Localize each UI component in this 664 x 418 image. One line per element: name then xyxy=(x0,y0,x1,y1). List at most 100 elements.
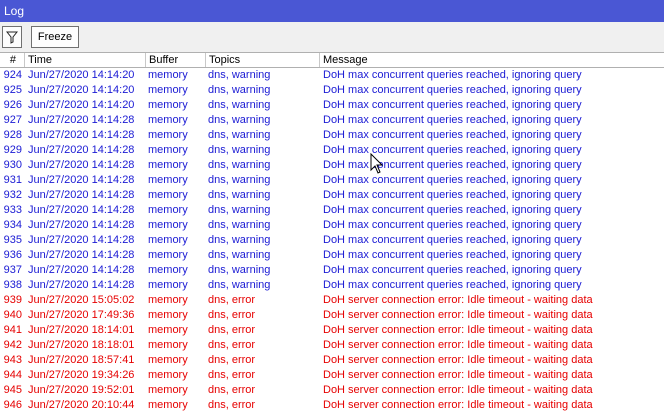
row-number: 934 xyxy=(3,219,22,231)
table-row[interactable]: 940 Jun/27/2020 17:49:36 memory dns, error D… xyxy=(0,308,664,323)
row-buffer: memory xyxy=(148,69,188,81)
table-row[interactable]: 931 Jun/27/2020 14:14:28 memory dns, warnin… xyxy=(0,173,664,188)
row-topics: dns, warning xyxy=(208,99,271,111)
row-number: 927 xyxy=(3,114,22,126)
row-topics: dns, warning xyxy=(208,249,271,261)
table-row[interactable]: 934 Jun/27/2020 14:14:28 memory dns, warnin… xyxy=(0,218,664,233)
row-topics: dns, warning xyxy=(208,84,271,96)
row-number: 946 xyxy=(3,399,22,411)
row-message: DoH max concurrent queries reached, igno… xyxy=(323,174,582,186)
row-time: Jun/27/2020 18:57:41 xyxy=(28,354,135,366)
row-topics: dns, warning xyxy=(208,279,271,291)
row-time: Jun/27/2020 18:14:01 xyxy=(28,324,135,336)
row-message: DoH max concurrent queries reached, igno… xyxy=(323,69,582,81)
row-time: Jun/27/2020 14:14:28 xyxy=(28,279,135,291)
row-time: Jun/27/2020 14:14:28 xyxy=(28,159,135,171)
row-time: Jun/27/2020 19:34:26 xyxy=(28,369,135,381)
row-message: DoH server connection error: Idle timeou… xyxy=(323,309,593,321)
row-message: DoH server connection error: Idle timeou… xyxy=(323,369,593,381)
row-buffer: memory xyxy=(148,159,188,171)
row-time: Jun/27/2020 14:14:20 xyxy=(28,99,135,111)
table-row[interactable]: 933 Jun/27/2020 14:14:28 memory dns, warnin… xyxy=(0,203,664,218)
table-row[interactable]: 939 Jun/27/2020 15:05:02 memory dns, error D… xyxy=(0,293,664,308)
row-time: Jun/27/2020 14:14:20 xyxy=(28,84,135,96)
row-message: DoH max concurrent queries reached, igno… xyxy=(323,189,582,201)
row-topics: dns, error xyxy=(208,354,256,366)
row-time: Jun/27/2020 15:05:02 xyxy=(28,294,135,306)
table-row[interactable]: 925 Jun/27/2020 14:14:20 memory dns, warnin… xyxy=(0,83,664,98)
row-topics: dns, warning xyxy=(208,114,271,126)
row-buffer: memory xyxy=(148,174,188,186)
row-number: 924 xyxy=(3,69,22,81)
column-header-topics[interactable]: Topics xyxy=(206,53,320,67)
row-time: Jun/27/2020 14:14:28 xyxy=(28,249,135,261)
row-buffer: memory xyxy=(148,84,188,96)
row-buffer: memory xyxy=(148,234,188,246)
row-message: DoH server connection error: Idle timeou… xyxy=(323,399,593,411)
row-time: Jun/27/2020 18:18:01 xyxy=(28,339,135,351)
row-number: 933 xyxy=(3,204,22,216)
table-row[interactable]: 926 Jun/27/2020 14:14:20 memory dns, warnin… xyxy=(0,98,664,113)
row-buffer: memory xyxy=(148,129,188,141)
row-number: 936 xyxy=(3,249,22,261)
row-message: DoH max concurrent queries reached, igno… xyxy=(323,129,582,141)
row-number: 944 xyxy=(3,369,22,381)
row-topics: dns, warning xyxy=(208,174,271,186)
row-buffer: memory xyxy=(148,294,188,306)
row-buffer: memory xyxy=(148,279,188,291)
row-time: Jun/27/2020 14:14:28 xyxy=(28,174,135,186)
row-topics: dns, warning xyxy=(208,189,271,201)
column-header-number[interactable]: # xyxy=(0,53,25,67)
row-message: DoH max concurrent queries reached, igno… xyxy=(323,84,582,96)
table-row[interactable]: 930 Jun/27/2020 14:14:28 memory dns, warnin… xyxy=(0,158,664,173)
row-message: DoH server connection error: Idle timeou… xyxy=(323,354,593,366)
row-message: DoH max concurrent queries reached, igno… xyxy=(323,99,582,111)
row-topics: dns, error xyxy=(208,309,256,321)
row-message: DoH max concurrent queries reached, igno… xyxy=(323,114,582,126)
freeze-button[interactable]: Freeze xyxy=(31,26,79,48)
row-topics: dns, error xyxy=(208,339,256,351)
row-buffer: memory xyxy=(148,249,188,261)
table-row[interactable]: 938 Jun/27/2020 14:14:28 memory dns, warnin… xyxy=(0,278,664,293)
row-topics: dns, warning xyxy=(208,129,271,141)
table-row[interactable]: 946 Jun/27/2020 20:10:44 memory dns, error D… xyxy=(0,398,664,413)
row-message: DoH server connection error: Idle timeou… xyxy=(323,339,593,351)
table-row[interactable]: 945 Jun/27/2020 19:52:01 memory dns, error D… xyxy=(0,383,664,398)
filter-icon xyxy=(6,31,18,44)
table-row[interactable]: 943 Jun/27/2020 18:57:41 memory dns, error D… xyxy=(0,353,664,368)
row-number: 930 xyxy=(3,159,22,171)
row-time: Jun/27/2020 14:14:28 xyxy=(28,189,135,201)
table-row[interactable]: 942 Jun/27/2020 18:18:01 memory dns, error D… xyxy=(0,338,664,353)
row-buffer: memory xyxy=(148,189,188,201)
column-header-time[interactable]: Time xyxy=(25,53,146,67)
row-time: Jun/27/2020 17:49:36 xyxy=(28,309,135,321)
filter-button[interactable] xyxy=(2,26,22,48)
column-header-buffer[interactable]: Buffer xyxy=(146,53,206,67)
row-number: 942 xyxy=(3,339,22,351)
table-row[interactable]: 924 Jun/27/2020 14:14:20 memory dns, warnin… xyxy=(0,68,664,83)
row-buffer: memory xyxy=(148,324,188,336)
table-row[interactable]: 936 Jun/27/2020 14:14:28 memory dns, warnin… xyxy=(0,248,664,263)
row-buffer: memory xyxy=(148,264,188,276)
table-row[interactable]: 937 Jun/27/2020 14:14:28 memory dns, warnin… xyxy=(0,263,664,278)
table-row[interactable]: 932 Jun/27/2020 14:14:28 memory dns, warnin… xyxy=(0,188,664,203)
row-number: 940 xyxy=(3,309,22,321)
window-title: Log xyxy=(4,4,25,18)
table-row[interactable]: 935 Jun/27/2020 14:14:28 memory dns, warnin… xyxy=(0,233,664,248)
row-message: DoH server connection error: Idle timeou… xyxy=(323,294,593,306)
table-row[interactable]: 929 Jun/27/2020 14:14:28 memory dns, warnin… xyxy=(0,143,664,158)
row-time: Jun/27/2020 14:14:20 xyxy=(28,69,135,81)
table-row[interactable]: 927 Jun/27/2020 14:14:28 memory dns, warnin… xyxy=(0,113,664,128)
table-row[interactable]: 944 Jun/27/2020 19:34:26 memory dns, error D… xyxy=(0,368,664,383)
row-buffer: memory xyxy=(148,384,188,396)
log-table: # Time Buffer Topics Message 924 Jun/27/2… xyxy=(0,52,664,418)
row-number: 938 xyxy=(3,279,22,291)
row-topics: dns, error xyxy=(208,384,256,396)
row-topics: dns, warning xyxy=(208,144,271,156)
column-header-message[interactable]: Message xyxy=(320,53,664,67)
row-topics: dns, error xyxy=(208,324,256,336)
table-row[interactable]: 941 Jun/27/2020 18:14:01 memory dns, error D… xyxy=(0,323,664,338)
row-buffer: memory xyxy=(148,144,188,156)
table-row[interactable]: 928 Jun/27/2020 14:14:28 memory dns, warnin… xyxy=(0,128,664,143)
row-message: DoH max concurrent queries reached, igno… xyxy=(323,249,582,261)
